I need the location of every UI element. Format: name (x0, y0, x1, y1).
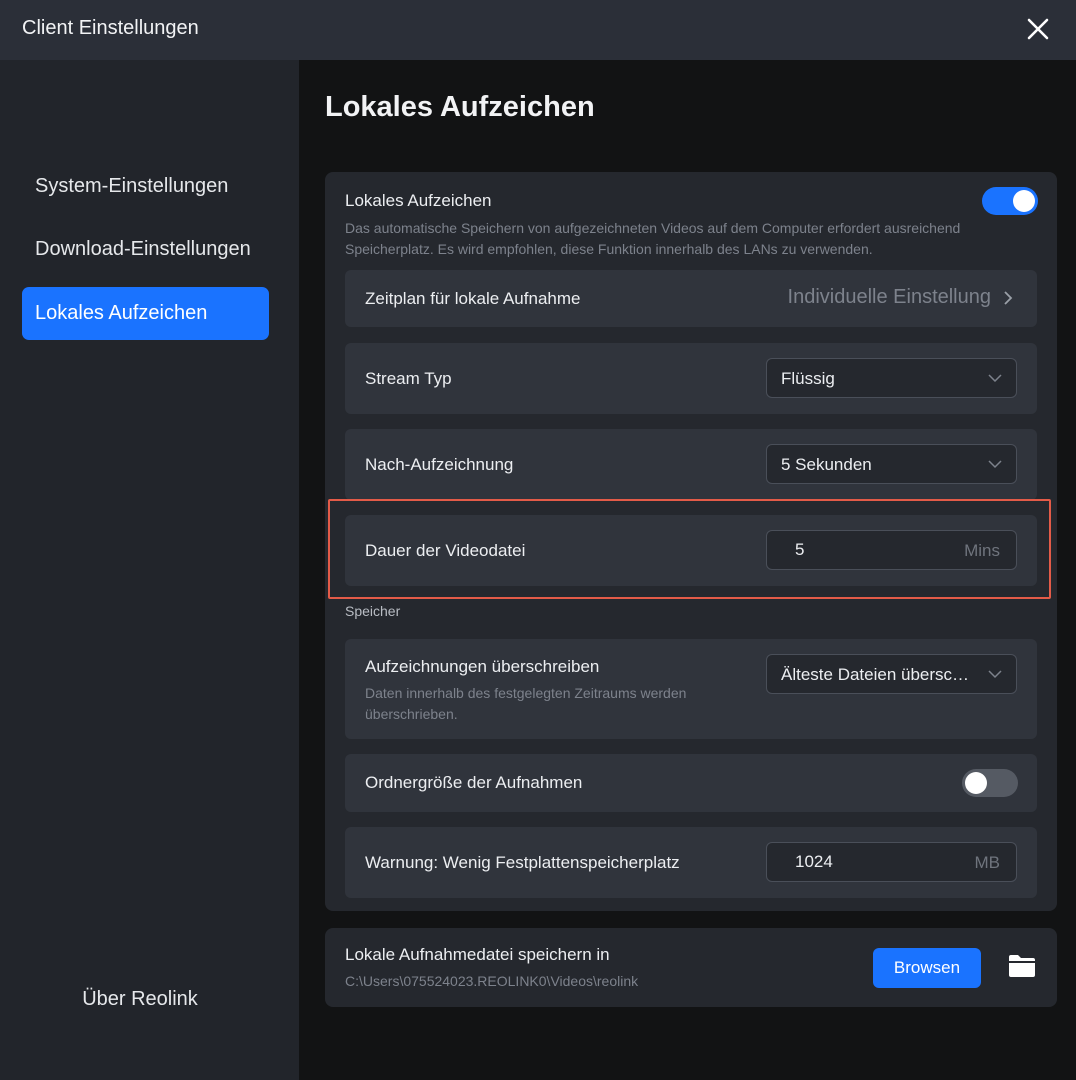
title-bar: Client Einstellungen (0, 0, 1076, 60)
schedule-value: Individuelle Einstellung (787, 286, 991, 308)
folder-size-label: Ordnergröße der Aufnahmen (365, 773, 583, 792)
overwrite-value: Älteste Dateien überschreiben (781, 665, 976, 684)
stream-type-row: Stream Typ Flüssig (345, 343, 1037, 414)
low-disk-warning-field: MB (766, 842, 1017, 882)
sidebar-item-system-settings[interactable]: System-Einstellungen (22, 160, 269, 213)
low-disk-warning-label: Warnung: Wenig Festplattenspeicherplatz (365, 853, 680, 872)
close-icon[interactable] (1023, 14, 1053, 44)
save-path-panel: Lokale Aufnahmedatei speichern in C:\Use… (325, 928, 1057, 1007)
stream-type-label: Stream Typ (365, 369, 452, 388)
chevron-down-icon (988, 460, 1002, 469)
folder-size-row: Ordnergröße der Aufnahmen (345, 754, 1037, 812)
page-title: Lokales Aufzeichen (325, 91, 595, 123)
folder-icon[interactable] (1008, 954, 1036, 978)
post-recording-select[interactable]: 5 Sekunden (766, 444, 1017, 484)
local-recording-description: Das automatische Speichern von aufgezeic… (345, 220, 961, 257)
sidebar: System-Einstellungen Download-Einstellun… (0, 60, 299, 1080)
window-title: Client Einstellungen (22, 17, 199, 39)
overwrite-label: Aufzeichnungen überschreiben (365, 657, 600, 676)
sidebar-item-download-settings[interactable]: Download-Einstellungen (22, 223, 269, 276)
stream-type-select[interactable]: Flüssig (766, 358, 1017, 398)
sidebar-item-local-recording[interactable]: Lokales Aufzeichen (22, 287, 269, 340)
chevron-down-icon (988, 670, 1002, 679)
post-recording-value: 5 Sekunden (781, 455, 872, 474)
save-path-value: C:\Users\075524023.REOLINK0\Videos\reoli… (345, 973, 639, 989)
local-recording-toggle[interactable] (982, 187, 1038, 215)
storage-section-label: Speicher (345, 603, 401, 619)
about-reolink-link[interactable]: Über Reolink (0, 988, 280, 1011)
schedule-row[interactable]: Zeitplan für lokale Aufnahme Individuell… (345, 270, 1037, 327)
low-disk-warning-row: Warnung: Wenig Festplattenspeicherplatz … (345, 827, 1037, 898)
toggle-knob (1013, 190, 1035, 212)
low-disk-warning-unit: MB (974, 853, 1001, 872)
overwrite-description: Daten innerhalb des festgelegten Zeitrau… (365, 685, 687, 722)
chevron-down-icon (988, 374, 1002, 383)
post-recording-row: Nach-Aufzeichnung 5 Sekunden (345, 429, 1037, 500)
stream-type-value: Flüssig (781, 369, 835, 388)
schedule-label: Zeitplan für lokale Aufnahme (365, 289, 581, 308)
toggle-knob (965, 772, 987, 794)
local-recording-label: Lokales Aufzeichen (345, 191, 492, 210)
highlight-box (328, 499, 1051, 599)
folder-size-toggle[interactable] (962, 769, 1018, 797)
post-recording-label: Nach-Aufzeichnung (365, 455, 514, 474)
overwrite-row: Aufzeichnungen überschreiben Daten inner… (345, 639, 1037, 739)
low-disk-warning-input[interactable] (781, 843, 941, 881)
browse-button[interactable]: Browsen (873, 948, 981, 988)
overwrite-select[interactable]: Älteste Dateien überschreiben (766, 654, 1017, 694)
save-path-label: Lokale Aufnahmedatei speichern in (345, 945, 610, 964)
chevron-right-icon (1004, 291, 1013, 305)
